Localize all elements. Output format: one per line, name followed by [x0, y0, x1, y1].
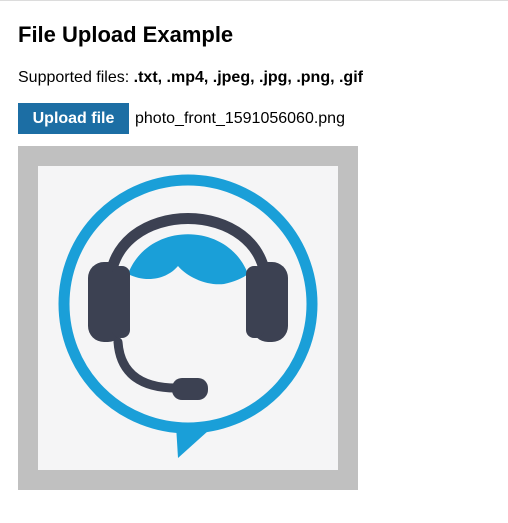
upload-file-button[interactable]: Upload file [18, 103, 129, 134]
supported-files-text: Supported files: .txt, .mp4, .jpeg, .jpg… [18, 68, 363, 88]
headset-support-icon [58, 174, 318, 458]
hair-shape [128, 234, 248, 285]
page-title: File Upload Example [18, 22, 234, 47]
speech-bubble-tail [176, 422, 218, 458]
supported-file-types: .txt, .mp4, .jpeg, .jpg, .png, .gif [133, 69, 363, 86]
selected-file-name: photo_front_1591056060.png [135, 109, 345, 127]
supported-files-label: Supported files: [18, 69, 130, 86]
uploaded-image-preview [38, 166, 338, 470]
microphone-boom [113, 337, 181, 393]
upload-row: Upload file photo_front_1591056060.png [18, 103, 345, 134]
image-preview-frame [18, 146, 358, 490]
microphone [172, 378, 208, 400]
